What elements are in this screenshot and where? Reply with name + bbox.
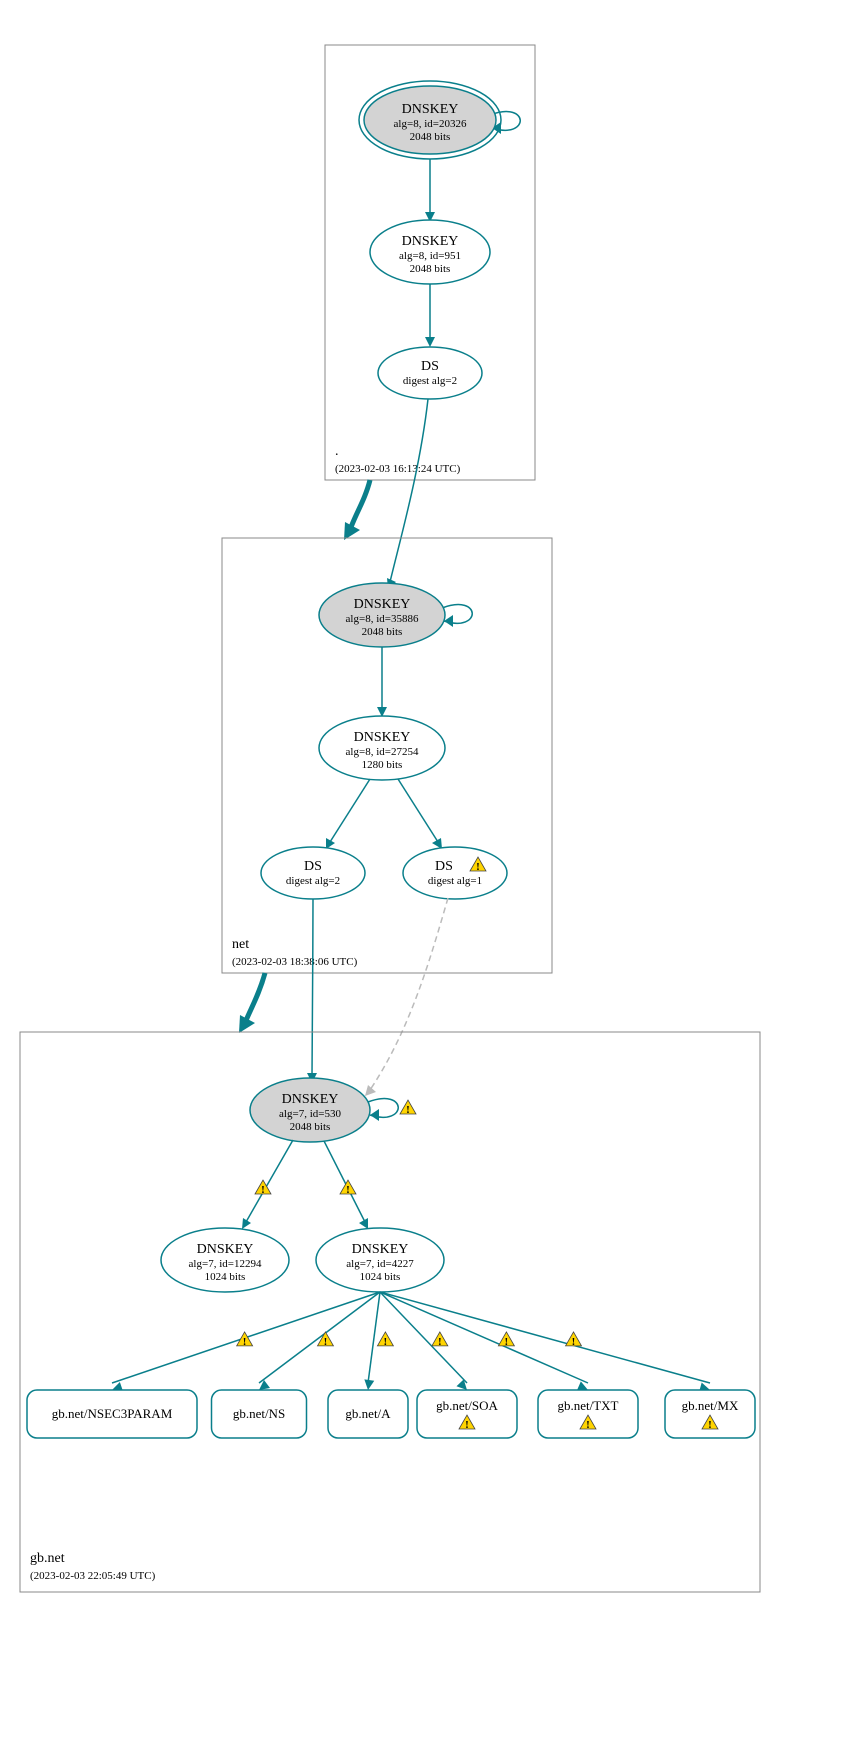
node-root-ksk: DNSKEY alg=8, id=20326 2048 bits: [359, 81, 501, 159]
node-root-ds: DS digest alg=2: [378, 347, 482, 399]
svg-text:!: !: [476, 861, 480, 873]
warning-icon: !: [566, 1332, 582, 1348]
zone-root-timestamp: (2023-02-03 16:13:24 UTC): [335, 463, 461, 475]
node-net-ds1: DS digest alg=2: [261, 847, 365, 899]
node-line1: alg=8, id=20326: [394, 118, 467, 130]
node-net-ds2: DS digest alg=1: [403, 847, 507, 899]
rrset-label: gb.net/NS: [233, 1406, 285, 1421]
edge-zsk2-rr1: [259, 1292, 380, 1383]
node-line2: 2048 bits: [410, 131, 451, 143]
node-line2: 1280 bits: [362, 759, 403, 771]
node-gbnet-zsk2: DNSKEY alg=7, id=4227 1024 bits: [316, 1228, 444, 1292]
rrset-label: gb.net/MX: [682, 1398, 739, 1413]
node-line2: 2048 bits: [362, 626, 403, 638]
node-line2: 1024 bits: [360, 1271, 401, 1283]
svg-text:!: !: [438, 1336, 442, 1348]
edge-root-ds-net-ksk: [390, 399, 428, 582]
arrowhead: [370, 1109, 379, 1121]
svg-text:!: !: [505, 1336, 509, 1348]
edge-gbnet-ksk-zsk2: [324, 1141, 365, 1222]
rrset-label: gb.net/TXT: [557, 1398, 618, 1413]
zone-root-label: .: [335, 444, 339, 459]
node-title: DNSKEY: [354, 597, 411, 612]
node-net-ksk: DNSKEY alg=8, id=35886 2048 bits: [319, 583, 445, 647]
node-title: DS: [421, 359, 439, 374]
node-line2: 2048 bits: [290, 1121, 331, 1133]
warning-icon: !: [317, 1332, 333, 1348]
warning-icon: !: [498, 1332, 514, 1348]
node-line1: alg=7, id=4227: [346, 1258, 414, 1270]
edge-zsk2-rr3: [380, 1292, 467, 1383]
node-title: DNSKEY: [352, 1242, 409, 1257]
node-title: DNSKEY: [354, 730, 411, 745]
edge-gbnet-ksk-zsk1: [246, 1140, 293, 1222]
warning-icon: !: [340, 1180, 356, 1196]
node-line1: alg=7, id=12294: [189, 1258, 262, 1270]
warning-icon: !: [432, 1332, 448, 1348]
svg-text:!: !: [261, 1184, 265, 1196]
node-title: DNSKEY: [402, 234, 459, 249]
svg-text:!: !: [346, 1184, 350, 1196]
node-line2: 1024 bits: [205, 1271, 246, 1283]
edge-net-ds2-gbnet-ksk: [370, 898, 448, 1090]
node-line1: alg=7, id=530: [279, 1108, 341, 1120]
svg-text:!: !: [465, 1419, 469, 1431]
rrset-label: gb.net/A: [345, 1406, 391, 1421]
node-gbnet-zsk1: DNSKEY alg=7, id=12294 1024 bits: [161, 1228, 289, 1292]
node-title: DNSKEY: [197, 1242, 254, 1257]
zone-net-timestamp: (2023-02-03 18:38:06 UTC): [232, 956, 358, 968]
edge-zone-root-net: [350, 480, 370, 530]
arrowhead: [365, 1085, 376, 1096]
node-line1: digest alg=2: [403, 375, 457, 387]
edge-net-zsk-ds1: [330, 779, 370, 842]
node-net-zsk: DNSKEY alg=8, id=27254 1280 bits: [319, 716, 445, 780]
svg-text:!: !: [384, 1336, 388, 1348]
svg-text:!: !: [243, 1336, 247, 1348]
zone-gbnet-label: gb.net: [30, 1551, 65, 1566]
node-line2: 2048 bits: [410, 263, 451, 275]
edge-zsk2-rr5: [380, 1292, 710, 1383]
rrset-label: gb.net/NSEC3PARAM: [52, 1406, 173, 1421]
edge-zsk2-rr4: [380, 1292, 588, 1383]
node-title: DNSKEY: [282, 1092, 339, 1107]
node-gbnet-ksk: DNSKEY alg=7, id=530 2048 bits: [250, 1078, 370, 1142]
node-line1: alg=8, id=27254: [346, 746, 419, 758]
svg-text:!: !: [572, 1336, 576, 1348]
node-title: DS: [304, 859, 322, 874]
arrowhead: [364, 1379, 374, 1390]
edge-net-ds1-gbnet-ksk: [312, 899, 313, 1076]
node-root-zsk: DNSKEY alg=8, id=951 2048 bits: [370, 220, 490, 284]
node-line1: alg=8, id=951: [399, 250, 461, 262]
node-title: DS: [435, 859, 453, 874]
edge-net-zsk-ds2: [398, 779, 438, 842]
rrset-label: gb.net/SOA: [436, 1398, 498, 1413]
node-line1: alg=8, id=35886: [346, 613, 419, 625]
svg-text:!: !: [406, 1104, 410, 1116]
edge-zone-net-gbnet: [245, 973, 265, 1023]
arrowhead: [425, 337, 435, 347]
svg-text:!: !: [324, 1336, 328, 1348]
svg-text:!: !: [708, 1419, 712, 1431]
svg-text:!: !: [586, 1419, 590, 1431]
warning-icon: !: [377, 1332, 393, 1348]
warning-icon: !: [400, 1100, 416, 1116]
node-line1: digest alg=2: [286, 875, 340, 887]
node-title: DNSKEY: [402, 102, 459, 117]
zone-net-label: net: [232, 937, 249, 952]
zone-gbnet-timestamp: (2023-02-03 22:05:49 UTC): [30, 1570, 156, 1582]
edge-zsk2-rr2: [368, 1292, 380, 1383]
node-line1: digest alg=1: [428, 875, 482, 887]
